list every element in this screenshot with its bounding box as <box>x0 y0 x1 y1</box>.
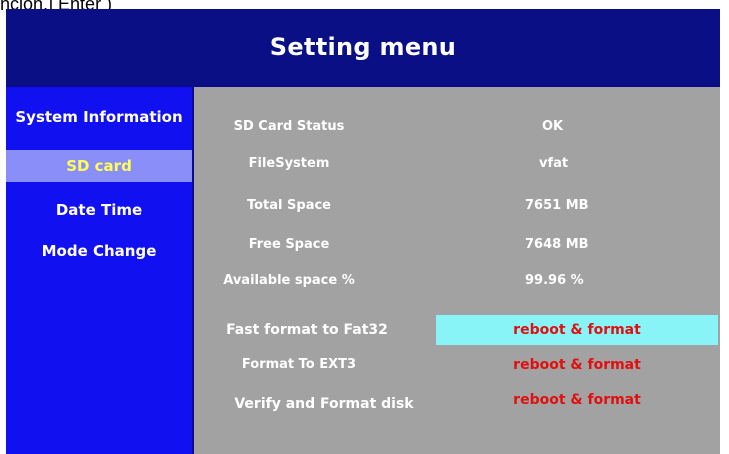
menu-title: Setting menu <box>269 33 457 61</box>
available-space-row: Available space % 99.96 % <box>194 266 720 296</box>
format-ext3-button[interactable]: reboot & format <box>436 350 718 380</box>
verify-format-row: Verify and Format disk reboot & format <box>194 389 720 419</box>
available-space-value: 99.96 % <box>525 273 584 288</box>
sd-card-panel: SD Card Status OK FileSystem vfat Total … <box>194 87 720 454</box>
available-space-label: Available space % <box>223 273 355 288</box>
free-space-value: 7648 MB <box>525 237 589 252</box>
sd-card-status-row: SD Card Status OK <box>194 112 720 142</box>
fast-format-button[interactable]: reboot & format <box>436 315 718 345</box>
menu-header: Setting menu <box>6 9 720 85</box>
total-space-row: Total Space 7651 MB <box>194 191 720 221</box>
sidebar-item-sd-card[interactable]: SD card <box>6 150 192 182</box>
verify-format-button[interactable]: reboot & format <box>436 385 718 415</box>
sidebar-item-system-information[interactable]: System Information <box>6 101 192 133</box>
sidebar-item-date-time[interactable]: Date Time <box>6 194 192 226</box>
filesystem-label: FileSystem <box>248 156 330 171</box>
format-ext3-row: Format To EXT3 reboot & format <box>194 350 720 380</box>
fast-format-label: Fast format to Fat32 <box>226 322 388 338</box>
sidebar: System Information SD card Date Time Mod… <box>6 87 192 454</box>
sd-card-status-value: OK <box>542 119 564 134</box>
filesystem-row: FileSystem vfat <box>194 149 720 179</box>
verify-format-label: Verify and Format disk <box>234 396 414 412</box>
sidebar-item-mode-change[interactable]: Mode Change <box>6 235 192 267</box>
format-ext3-label: Format To EXT3 <box>241 357 357 372</box>
filesystem-value: vfat <box>539 156 569 171</box>
sd-card-status-label: SD Card Status <box>233 119 345 134</box>
total-space-value: 7651 MB <box>525 198 589 213</box>
total-space-label: Total Space <box>246 198 331 213</box>
fast-format-row: Fast format to Fat32 reboot & format <box>194 315 720 345</box>
free-space-row: Free Space 7648 MB <box>194 230 720 260</box>
free-space-label: Free Space <box>248 237 330 252</box>
setting-menu-window: Setting menu System Information SD card … <box>6 9 720 454</box>
